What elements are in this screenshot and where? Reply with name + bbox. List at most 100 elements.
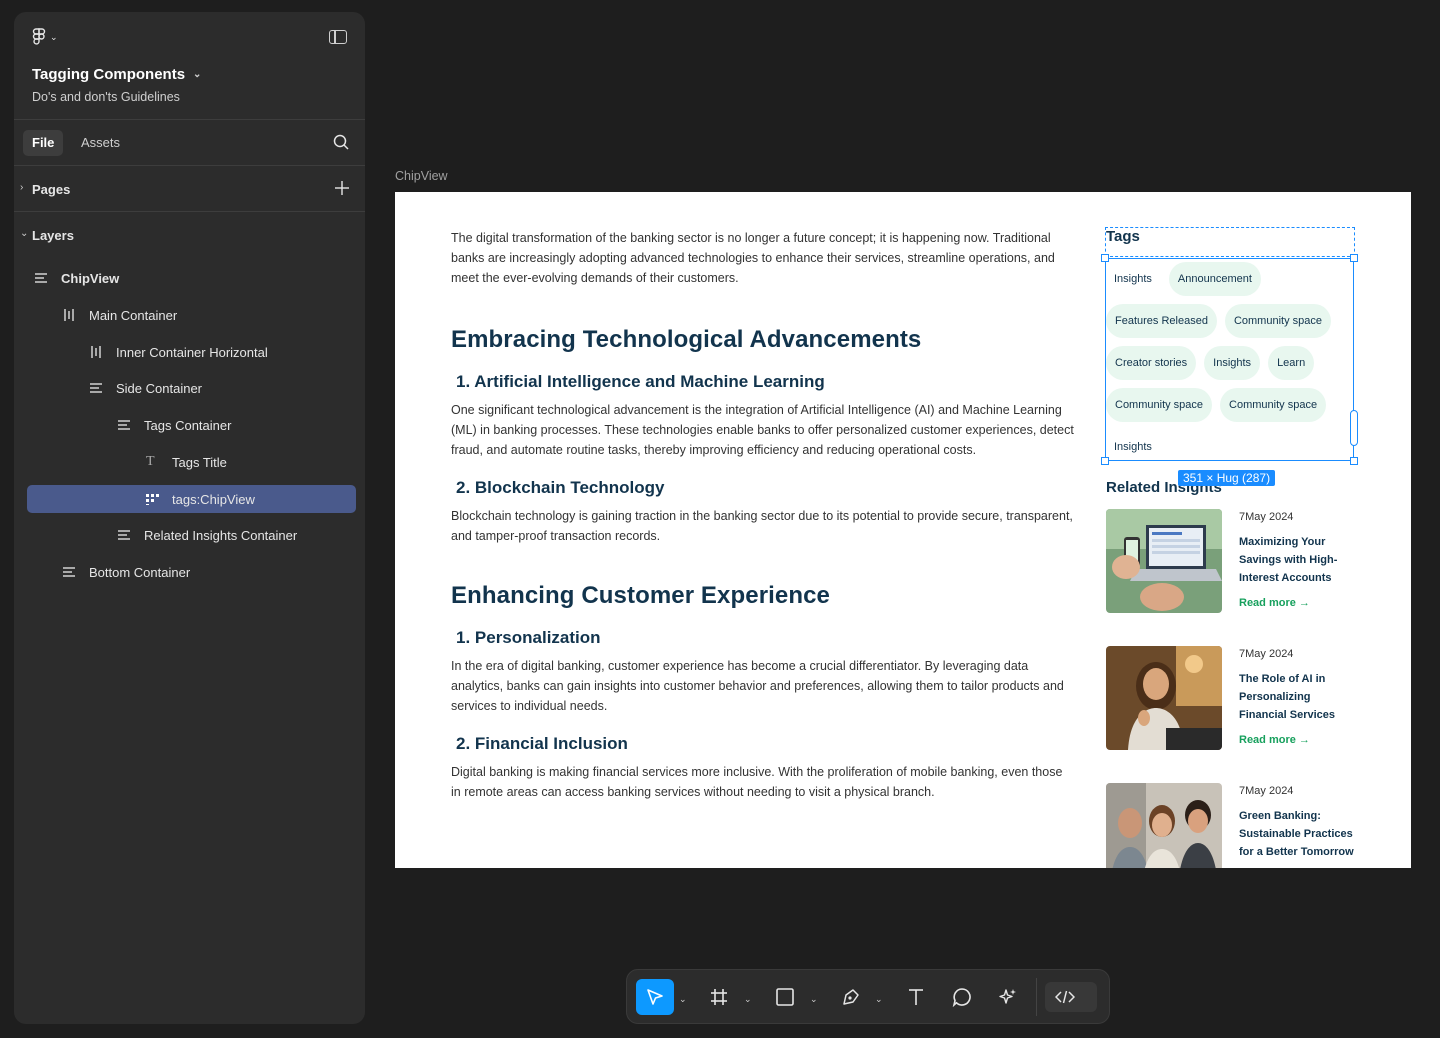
paragraph: One significant technological advancemen… [451, 403, 1074, 457]
layers-section-header[interactable]: ⌄ Layers [14, 212, 365, 258]
resize-handle[interactable] [1350, 457, 1358, 465]
layer-label: Inner Container Horizontal [116, 344, 268, 360]
comment-tool-button[interactable] [950, 979, 974, 1015]
vertical-layout-icon [90, 382, 104, 394]
horizontal-layout-icon [90, 346, 104, 358]
arrow-right-icon: → [1298, 597, 1310, 609]
chevron-down-icon: ⌄ [193, 69, 202, 80]
layers-label: Layers [32, 228, 74, 243]
read-more-label: Read more [1239, 597, 1296, 609]
card-title[interactable]: Maximizing Your Savings with High-Intere… [1239, 533, 1359, 587]
layer-tags-container[interactable]: Tags Container [27, 411, 356, 439]
pen-icon [843, 989, 859, 1005]
main-menu-button[interactable]: ⌄ [32, 28, 58, 46]
layer-label: Bottom Container [89, 564, 191, 580]
move-tool-button[interactable] [636, 979, 674, 1015]
layer-inner-container-horizontal[interactable]: Inner Container Horizontal [27, 338, 356, 366]
layer-bottom-container[interactable]: Bottom Container [27, 558, 356, 586]
chevron-down-icon[interactable]: ⌄ [875, 994, 883, 1005]
comment-icon [952, 988, 971, 1007]
frame-tool-button[interactable] [707, 979, 731, 1015]
section-heading: Embracing Technological Advancements [451, 326, 922, 353]
resize-handle[interactable] [1101, 254, 1109, 262]
size-badge: 351 × Hug (287) [1178, 470, 1276, 486]
insight-card[interactable]: 7May 2024 The Role of AI in Personalizin… [1106, 646, 1366, 750]
horizontal-layout-icon [63, 309, 77, 321]
code-icon [1055, 990, 1075, 1004]
layer-label: Side Container [116, 380, 202, 396]
frame-label[interactable]: ChipView [395, 169, 448, 183]
text-tool-button[interactable] [904, 979, 928, 1015]
paragraph: Digital banking is making financial serv… [451, 765, 1063, 799]
layer-tags-title[interactable]: T Tags Title [27, 448, 356, 476]
tab-assets[interactable]: Assets [72, 130, 129, 156]
file-title-text: Tagging Components [32, 66, 186, 83]
layer-label: ChipView [61, 270, 120, 286]
card-title[interactable]: Green Banking: Sustainable Practices for… [1239, 807, 1359, 861]
chevron-right-icon: › [20, 182, 24, 193]
laptop-banking-image [1106, 509, 1222, 613]
pen-tool-button[interactable] [839, 979, 863, 1015]
subsection-heading: 1. Artificial Intelligence and Machine L… [456, 372, 825, 391]
chevron-down-icon[interactable]: ⌄ [679, 994, 687, 1005]
insight-card[interactable]: 7May 2024 Green Banking: Sustainable Pra… [1106, 783, 1366, 868]
add-page-icon[interactable] [335, 181, 349, 195]
team-meeting-image [1106, 783, 1222, 868]
resize-handle[interactable] [1101, 457, 1109, 465]
selection-box[interactable] [1105, 258, 1354, 461]
chipview-frame[interactable]: The digital transformation of the bankin… [395, 192, 1411, 868]
layer-label: Tags Title [172, 454, 227, 470]
sidebar-toggle-icon[interactable] [329, 30, 347, 44]
card-date: 7May 2024 [1239, 648, 1294, 660]
chevron-down-icon[interactable]: ⌄ [810, 994, 818, 1005]
layer-main-container[interactable]: Main Container [27, 301, 356, 329]
bottom-toolbar: ⌄ ⌄ ⌄ ⌄ [626, 969, 1110, 1024]
figma-logo-icon [32, 28, 46, 45]
file-title[interactable]: Tagging Components ⌄ [32, 66, 201, 83]
article-content: The digital transformation of the bankin… [451, 228, 1075, 802]
file-subtitle: Do's and don'ts Guidelines [32, 90, 180, 104]
left-panel: ⌄ Tagging Components ⌄ Do's and don'ts G… [14, 12, 365, 1024]
chevron-down-icon: ⌄ [50, 31, 58, 42]
card-date: 7May 2024 [1239, 785, 1294, 797]
woman-office-image [1106, 646, 1222, 750]
subsection-heading: 1. Personalization [456, 628, 601, 647]
chevron-down-icon: ⌄ [20, 228, 29, 239]
chevron-down-icon[interactable]: ⌄ [744, 994, 752, 1005]
layer-tags-chipview[interactable]: tags:ChipView [27, 485, 356, 513]
card-date: 7May 2024 [1239, 511, 1294, 523]
read-more-label: Read more [1239, 734, 1296, 746]
read-more-link[interactable]: Read more → [1239, 597, 1310, 609]
toolbar-divider [1036, 978, 1037, 1016]
frame-stack-icon [35, 272, 49, 284]
read-more-link[interactable]: Read more → [1239, 734, 1310, 746]
insight-card[interactable]: 7May 2024 Maximizing Your Savings with H… [1106, 509, 1366, 613]
tab-file[interactable]: File [23, 130, 64, 156]
resize-edge-handle[interactable] [1350, 410, 1358, 446]
dev-mode-toggle[interactable] [1045, 982, 1097, 1012]
layer-chipview[interactable]: ChipView [27, 264, 356, 292]
text-layer-icon: T [146, 454, 155, 469]
layer-side-container[interactable]: Side Container [27, 374, 356, 402]
frame-icon [711, 989, 727, 1005]
layer-label: Related Insights Container [144, 527, 298, 543]
vertical-layout-icon [63, 566, 77, 578]
paragraph: Blockchain technology is gaining tractio… [451, 509, 1073, 543]
sparkle-icon [999, 989, 1016, 1004]
intro-paragraph: The digital transformation of the bankin… [451, 231, 1055, 285]
resize-handle[interactable] [1350, 254, 1358, 262]
text-icon [909, 989, 923, 1005]
search-icon[interactable] [333, 134, 349, 150]
arrow-right-icon: → [1298, 734, 1310, 746]
paragraph: In the era of digital banking, customer … [451, 659, 1064, 713]
vertical-layout-icon [118, 529, 132, 541]
pages-label: Pages [32, 182, 71, 197]
section-heading: Enhancing Customer Experience [451, 582, 831, 609]
shape-tool-button[interactable] [773, 979, 797, 1015]
layer-related-insights-container[interactable]: Related Insights Container [27, 521, 356, 549]
actions-tool-button[interactable] [996, 979, 1020, 1015]
pages-section[interactable]: › Pages [14, 166, 365, 212]
rectangle-icon [776, 988, 794, 1006]
cursor-icon [647, 989, 663, 1005]
card-title[interactable]: The Role of AI in Personalizing Financia… [1239, 670, 1359, 724]
